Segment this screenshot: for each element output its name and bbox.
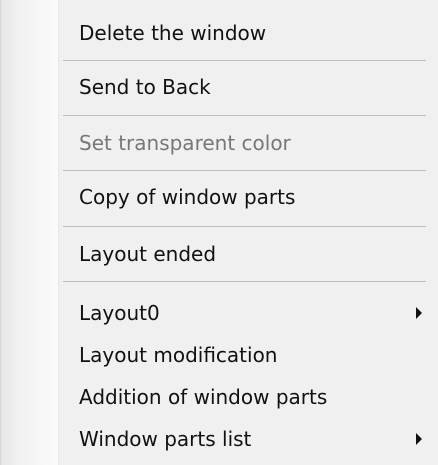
menu-separator [63, 281, 426, 282]
menu-item-label: Send to Back [79, 75, 211, 99]
menu-item-label: Layout ended [79, 242, 217, 266]
menu-item-copy-of-window-parts[interactable]: Copy of window parts [59, 176, 426, 218]
submenu-arrow-icon [416, 433, 422, 445]
menu-item-layout-modification[interactable]: Layout modification [59, 334, 426, 376]
context-menu: Delete the window Send to Back Set trans… [0, 0, 438, 465]
menu-item-addition-of-window-parts[interactable]: Addition of window parts [59, 376, 426, 418]
menu-item-label: Layout modification [79, 343, 278, 367]
menu-item-label: Layout0 [79, 301, 160, 325]
menu-item-window-parts-list[interactable]: Window parts list [59, 418, 426, 460]
menu-item-label: Set transparent color [79, 131, 291, 155]
menu-separator [63, 115, 426, 116]
menu-item-send-to-back[interactable]: Send to Back [59, 66, 426, 108]
menu-item-label: Copy of window parts [79, 185, 296, 209]
menu-item-label: Addition of window parts [79, 385, 328, 409]
menu-item-layout-ended[interactable]: Layout ended [59, 233, 426, 275]
menu-icon-gutter [1, 0, 59, 465]
menu-separator [63, 170, 426, 171]
menu-item-label: Delete the window [79, 21, 267, 45]
menu-separator [63, 60, 426, 61]
menu-item-set-transparent-color: Set transparent color [59, 122, 426, 164]
menu-separator [63, 226, 426, 227]
menu-item-layout0[interactable]: Layout0 [59, 292, 426, 334]
submenu-arrow-icon [416, 307, 422, 319]
menu-item-delete-the-window[interactable]: Delete the window [59, 12, 426, 54]
menu-item-label: Window parts list [79, 427, 252, 451]
